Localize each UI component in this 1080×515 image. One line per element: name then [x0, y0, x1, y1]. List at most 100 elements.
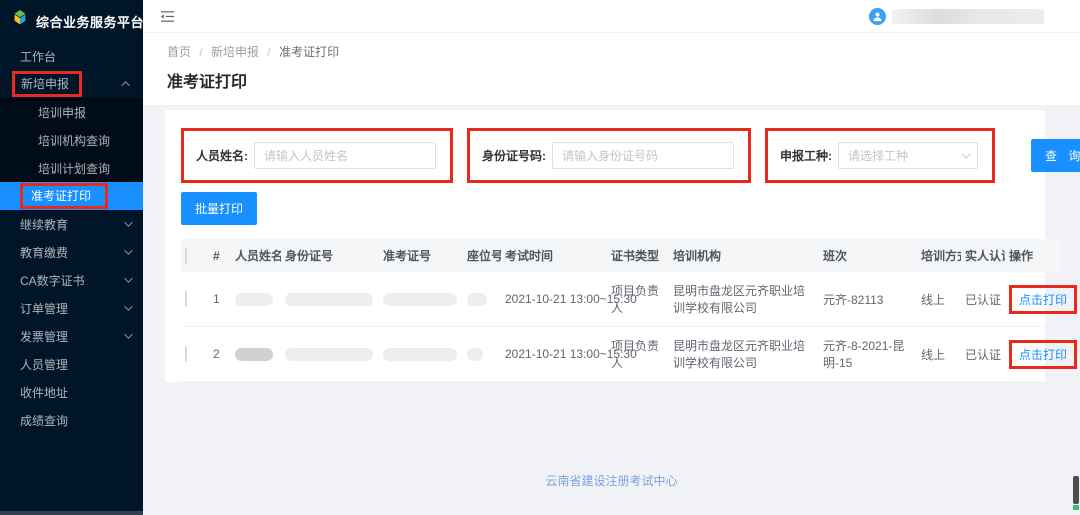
col-verify: 实人认证	[961, 239, 1005, 272]
col-cert-type: 证书类型	[607, 239, 669, 272]
breadcrumb-home[interactable]: 首页	[167, 45, 191, 59]
sidebar-group-invoices[interactable]: 发票管理	[0, 322, 143, 350]
cell-org: 昆明市盘龙区元齐职业培训学校有限公司	[669, 272, 819, 327]
search-button[interactable]: 查 询	[1031, 139, 1080, 172]
sidebar-item-label: 成绩查询	[20, 412, 68, 429]
col-org: 培训机构	[669, 239, 819, 272]
breadcrumb-current: 准考证打印	[279, 45, 339, 59]
print-link[interactable]: 点击打印	[1019, 293, 1067, 307]
col-index: #	[209, 239, 231, 272]
breadcrumb-separator: /	[199, 45, 202, 59]
sidebar-item-label: 教育缴费	[20, 244, 68, 261]
sidebar-item-label: CA数字证书	[20, 272, 85, 289]
sidebar: 综合业务服务平台 工作台 新培申报 培训申报 培训机构查询 培训计划查	[0, 0, 143, 515]
col-seat: 座位号	[463, 239, 501, 272]
redacted-name	[235, 348, 273, 361]
sidebar-group-new-training[interactable]: 新培申报	[0, 70, 143, 98]
sidebar-item-plan-query[interactable]: 培训计划查询	[0, 154, 143, 182]
chevron-up-icon	[121, 81, 129, 89]
cell-org: 昆明市盘龙区元齐职业培训学校有限公司	[669, 327, 819, 382]
redacted-id-number	[285, 293, 373, 306]
sidebar-item-label: 工作台	[20, 48, 56, 65]
cell-cert-type: 项目负责人	[607, 327, 669, 382]
id-filter-input[interactable]	[552, 142, 734, 169]
sidebar-item-label: 收件地址	[20, 384, 68, 401]
brand: 综合业务服务平台	[0, 0, 143, 42]
scrollbar-thumb[interactable]	[1073, 476, 1079, 504]
sidebar-item-org-query[interactable]: 培训机构查询	[0, 126, 143, 154]
id-filter-label: 身份证号码:	[482, 147, 546, 164]
sidebar-group-orders[interactable]: 订单管理	[0, 294, 143, 322]
sidebar-item-score-query[interactable]: 成绩查询	[0, 406, 143, 434]
sidebar-item-ticket-print[interactable]: 准考证打印	[0, 182, 143, 210]
annotation-box-job-filter: 申报工种: 请选择工种	[765, 128, 995, 183]
annotation-box: 点击打印	[1009, 285, 1077, 314]
sidebar-group-edu-payment[interactable]: 教育缴费	[0, 238, 143, 266]
menu-fold-icon[interactable]	[160, 9, 175, 24]
redacted-ticket-number	[383, 293, 457, 306]
cell-verify: 已认证	[961, 327, 1005, 382]
name-filter-input[interactable]	[254, 142, 436, 169]
sidebar-submenu: 培训申报 培训机构查询 培训计划查询 准考证打印	[0, 98, 143, 210]
sidebar-item-label: 新培申报	[21, 77, 69, 91]
cell-method: 线上	[917, 327, 961, 382]
sidebar-item-label: 培训计划查询	[38, 160, 110, 177]
sidebar-item-label: 发票管理	[20, 328, 68, 345]
redacted-seat	[467, 348, 483, 361]
sidebar-item-workbench[interactable]: 工作台	[0, 42, 143, 70]
cell-index: 2	[209, 327, 231, 382]
chevron-down-icon	[124, 274, 132, 282]
sidebar-item-training-apply[interactable]: 培训申报	[0, 98, 143, 126]
annotation-box-name-filter: 人员姓名:	[181, 128, 453, 183]
breadcrumb-separator: /	[267, 45, 270, 59]
footer-text: 云南省建设注册考试中心	[143, 472, 1080, 489]
cell-index: 1	[209, 272, 231, 327]
cell-cert-type: 项目负责人	[607, 272, 669, 327]
col-name: 人员姓名	[231, 239, 281, 272]
sidebar-item-address[interactable]: 收件地址	[0, 378, 143, 406]
user-menu[interactable]	[869, 8, 1044, 25]
brand-title: 综合业务服务平台	[36, 12, 144, 31]
redacted-seat	[467, 293, 487, 306]
page-header: 首页 / 新培申报 / 准考证打印 准考证打印	[143, 33, 1080, 105]
chevron-down-icon	[124, 246, 132, 254]
sidebar-item-label: 准考证打印	[31, 189, 91, 203]
sidebar-item-personnel[interactable]: 人员管理	[0, 350, 143, 378]
filter-bar: 人员姓名: 身份证号码: 申报工种: 请选择工种 查 询	[181, 128, 1029, 183]
cell-verify: 已认证	[961, 272, 1005, 327]
job-filter-label: 申报工种:	[780, 147, 832, 164]
chevron-down-icon	[124, 302, 132, 310]
job-type-select[interactable]: 请选择工种	[838, 142, 978, 169]
sidebar-nav: 工作台 新培申报 培训申报 培训机构查询 培训计划查询	[0, 42, 143, 434]
results-table: # 人员姓名 身份证号 准考证号 座位号 考试时间 证书类型 培训机构 班次 培…	[181, 239, 1061, 382]
batch-print-button[interactable]: 批量打印	[181, 192, 257, 225]
col-ticket-number: 准考证号	[379, 239, 463, 272]
annotation-box: 准考证打印	[20, 183, 108, 209]
annotation-box: 新培申报	[12, 71, 82, 97]
col-action: 操作	[1005, 239, 1061, 272]
breadcrumb-section[interactable]: 新培申报	[211, 45, 259, 59]
cell-exam-time: 2021-10-21 13:00~15:30	[501, 327, 607, 382]
select-all-checkbox[interactable]	[185, 248, 187, 264]
scrollbar[interactable]	[1073, 476, 1079, 510]
sidebar-group-continuing-edu[interactable]: 继续教育	[0, 210, 143, 238]
user-avatar-icon	[869, 8, 886, 25]
sidebar-group-ca-cert[interactable]: CA数字证书	[0, 266, 143, 294]
cell-method: 线上	[917, 272, 961, 327]
app-window: 综合业务服务平台 工作台 新培申报 培训申报 培训机构查询 培训计划查	[0, 0, 1080, 515]
content: 人员姓名: 身份证号码: 申报工种: 请选择工种 查 询	[143, 105, 1080, 515]
name-filter-label: 人员姓名:	[196, 147, 248, 164]
scrollbar-tip	[1073, 505, 1079, 510]
table-row: 1 2021-10-21 13:00~15:30 项目负责人 昆明市盘龙区元齐职…	[181, 272, 1061, 327]
table-header-row: # 人员姓名 身份证号 准考证号 座位号 考试时间 证书类型 培训机构 班次 培…	[181, 239, 1061, 272]
row-checkbox[interactable]	[185, 291, 187, 307]
table-row: 2 2021-10-21 13:00~15:30 项目负责人 昆明市盘龙区元齐职…	[181, 327, 1061, 382]
print-link[interactable]: 点击打印	[1019, 348, 1067, 362]
redacted-id-number	[285, 348, 373, 361]
row-checkbox[interactable]	[185, 346, 187, 362]
cell-class: 元齐-82113	[819, 272, 917, 327]
chevron-down-icon	[962, 150, 970, 158]
main-area: 首页 / 新培申报 / 准考证打印 准考证打印 人员姓名: 身份证号码:	[143, 0, 1080, 515]
brand-logo-icon	[11, 10, 29, 33]
redacted-ticket-number	[383, 348, 457, 361]
